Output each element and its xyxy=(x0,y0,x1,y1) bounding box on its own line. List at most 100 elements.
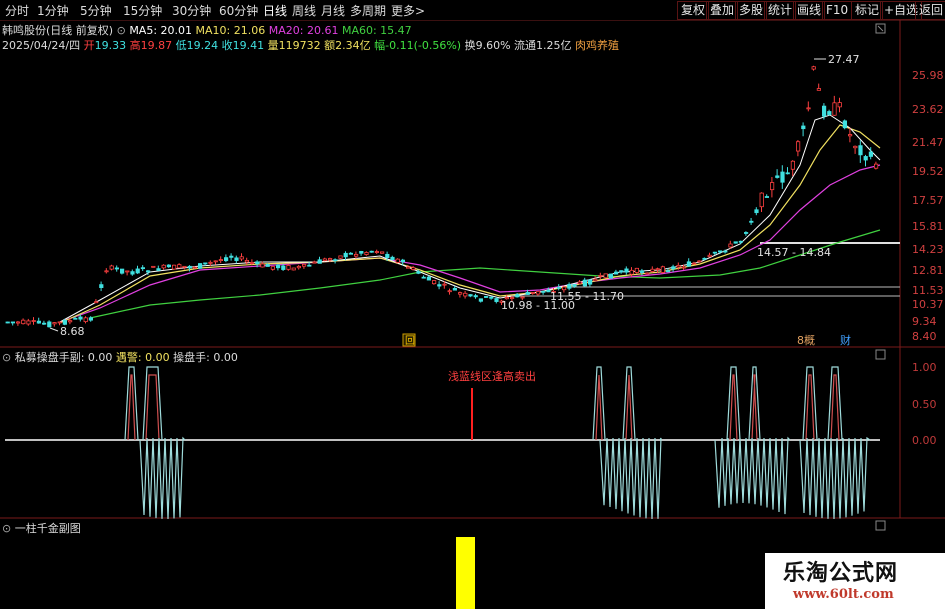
concept-marker[interactable]: 8概 xyxy=(797,334,815,347)
quote-info-row: 2025/04/24/四 开19.33 高19.87 低19.24 收19.41… xyxy=(2,37,619,53)
candle-body xyxy=(213,260,218,263)
indicator2-settings-icon[interactable]: ⊙ xyxy=(2,522,11,535)
candle-body xyxy=(431,280,437,285)
candle-body xyxy=(614,271,619,275)
amount-label: 额 xyxy=(324,39,336,52)
candle-body xyxy=(489,296,494,299)
candle-body xyxy=(681,266,686,269)
candle-body xyxy=(88,317,93,321)
candle-body xyxy=(99,284,104,288)
indicator1-header: ⊙ 私募操盘手副: 0.00 遇警: 0.00 操盘手: 0.00 xyxy=(2,349,238,365)
close-value: 19.41 xyxy=(232,39,265,52)
candle-body xyxy=(738,240,744,243)
candle-body xyxy=(567,284,572,289)
golden-pillar-bar xyxy=(456,537,475,609)
candle-body xyxy=(582,279,588,287)
amount-value: 2.34亿 xyxy=(335,39,371,52)
candle-body xyxy=(447,290,452,293)
candle-body xyxy=(125,270,130,273)
ind1-red-spike xyxy=(625,374,633,441)
candle-body xyxy=(785,172,790,175)
candle-body xyxy=(619,270,624,273)
candle-body xyxy=(478,298,484,302)
candle-body xyxy=(588,279,593,285)
indicator1-settings-icon[interactable]: ⊙ xyxy=(2,351,11,364)
candle-body xyxy=(536,291,541,295)
candle-body xyxy=(525,292,530,295)
candle-body xyxy=(317,259,322,264)
high-price-label: 27.47 xyxy=(828,53,860,66)
indicator1-value: : 0.00 xyxy=(80,351,113,364)
turnover-value: 换9.60% xyxy=(464,39,511,52)
candle-body xyxy=(400,259,406,263)
watermark-url: www.60lt.com xyxy=(793,587,894,602)
open-label: 开 xyxy=(83,39,95,52)
candle-body xyxy=(374,251,380,253)
candle-body xyxy=(395,258,400,263)
candle-body xyxy=(515,294,520,298)
candle-body xyxy=(145,270,151,273)
finance-marker[interactable]: 财 xyxy=(840,333,851,347)
candle-body xyxy=(483,296,489,298)
candle-body xyxy=(692,262,697,265)
ind1-red-spike xyxy=(751,374,758,441)
candle-body xyxy=(182,265,187,268)
price-tick-7: 12.81 xyxy=(912,264,944,277)
candle-body xyxy=(874,163,879,169)
close-icon-ind2[interactable] xyxy=(875,520,886,531)
candle-body xyxy=(827,111,832,115)
volume-value: 119732 xyxy=(278,39,321,52)
candle-body xyxy=(369,250,374,253)
candle-body xyxy=(353,253,359,257)
candle-body xyxy=(421,276,426,279)
close-icon[interactable] xyxy=(875,23,886,34)
candle-body xyxy=(770,182,775,191)
candle-body xyxy=(816,88,822,91)
candle-body xyxy=(26,320,31,325)
candle-body xyxy=(197,263,203,269)
industry-value: 肉鸡养殖 xyxy=(575,39,620,52)
close-icon-ind1[interactable] xyxy=(875,349,886,360)
candle-body xyxy=(140,267,145,270)
candle-body xyxy=(94,301,99,304)
high-label: 高 xyxy=(129,39,141,52)
candle-body xyxy=(650,268,655,272)
candle-body xyxy=(301,263,307,267)
chart-canvas: 25.98 23.62 21.47 19.52 17.57 15.81 14.2… xyxy=(0,20,945,609)
candle-body xyxy=(234,257,239,261)
candle-body xyxy=(645,272,650,275)
candle-body xyxy=(598,275,603,277)
ind1-red-spike xyxy=(145,374,160,441)
candle-body xyxy=(822,105,827,117)
candle-body xyxy=(208,261,213,264)
low-price-pointer xyxy=(49,327,59,332)
candle-body xyxy=(322,258,328,261)
candle-body xyxy=(842,120,848,129)
candle-body xyxy=(348,252,354,255)
candle-body xyxy=(754,209,759,214)
ind1-up-spike xyxy=(827,366,843,441)
ma10-value: MA10: 21.06 xyxy=(195,24,266,37)
candle-body xyxy=(468,294,473,297)
settings-icon[interactable]: ⊙ xyxy=(117,24,126,37)
candle-body xyxy=(806,107,811,110)
ind1-red-spike xyxy=(805,374,815,441)
change-value: -0.11(-0.56%) xyxy=(385,39,462,52)
range-label-3: 14.57 - 14.84 xyxy=(757,246,831,259)
price-axis: 25.98 23.62 21.47 19.52 17.57 15.81 14.2… xyxy=(912,69,944,343)
candle-body xyxy=(863,156,868,161)
ind1-tick-000: 0.00 xyxy=(912,434,937,447)
candle-body xyxy=(744,232,749,234)
ind1-down-wave xyxy=(799,436,871,519)
candle-body xyxy=(364,252,369,255)
stock-info-row: 韩鸣股份(日线 前复权) ⊙ MA5: 20.01 MA10: 21.06 MA… xyxy=(2,22,412,38)
candle-body xyxy=(151,265,156,268)
candle-body xyxy=(385,253,390,259)
candle-body xyxy=(281,265,286,270)
ind1-red-spike xyxy=(830,374,840,441)
candle-body xyxy=(307,264,312,267)
ind1-red-spike xyxy=(127,374,136,441)
indicator1-lines xyxy=(124,366,871,519)
candle-body xyxy=(728,243,733,248)
candle-body xyxy=(338,255,343,259)
